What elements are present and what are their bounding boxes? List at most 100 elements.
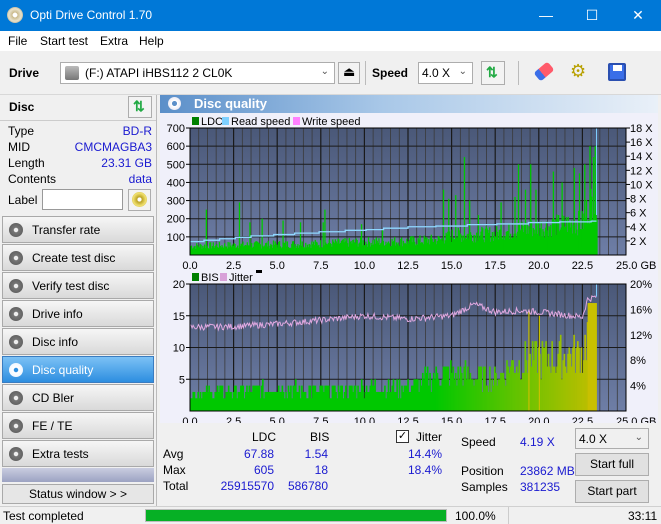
y-tick-label: 15 (173, 311, 185, 323)
disc-label-input[interactable] (42, 189, 123, 210)
y-tick-label: 20 (173, 279, 185, 291)
menu-help[interactable]: Help (139, 34, 164, 48)
disc-refresh-button[interactable]: ⇅ (128, 96, 152, 118)
refresh-button[interactable]: ⇅ (481, 61, 505, 85)
nav-fe-te[interactable]: FE / TE (2, 412, 154, 439)
ldc-spike (322, 222, 324, 255)
nav-label: Transfer rate (32, 223, 101, 237)
disc-mid-value: CMCMAGBA3 (74, 140, 152, 154)
settings-button[interactable]: ⚙ (568, 61, 592, 85)
chevron-down-icon: ⌄ (320, 66, 329, 77)
x-tick-label: 7.5 (313, 416, 328, 423)
y-tick-label: 10 (173, 343, 185, 355)
ldc-spike (477, 215, 480, 255)
x-tick-label: 5.0 (270, 416, 285, 423)
status-window-button[interactable]: Status window > > (2, 484, 154, 504)
x-tick-label: 5.0 (270, 260, 285, 272)
y2-tick-label: 2 X (630, 236, 647, 248)
save-button[interactable] (605, 61, 629, 85)
samples-value: 381235 (520, 480, 561, 494)
speed-label: Speed (372, 66, 409, 80)
nav-extra-tests[interactable]: Extra tests (2, 440, 154, 467)
stats-avg-ldc: 67.88 (243, 447, 274, 461)
stats-total-bis: 586780 (287, 479, 328, 493)
nav-transfer-rate[interactable]: Transfer rate (2, 216, 154, 243)
ldc-spike (282, 220, 284, 255)
disc-icon (9, 307, 23, 321)
disc-length-label: Length (8, 156, 45, 170)
nav-label: Create test disc (32, 251, 116, 265)
nav-drive-info[interactable]: Drive info (2, 300, 154, 327)
jitter-checkbox[interactable]: ✓ (396, 430, 409, 443)
menu-bar: File Start test Extra Help (0, 31, 661, 51)
nav-disc-quality[interactable]: Disc quality (2, 356, 154, 383)
nav-create-test-disc[interactable]: Create test disc (2, 244, 154, 271)
ldc-spike (381, 229, 384, 255)
minimize-button[interactable]: — (523, 0, 569, 31)
y2-tick-label: 14 X (630, 151, 653, 163)
ldc-spike (469, 200, 471, 255)
title-bar: Opti Drive Control 1.70 — ☐ ✕ (0, 0, 661, 31)
disc-icon (9, 363, 23, 377)
x-tick-label: 0.0 (182, 260, 197, 272)
speed-select[interactable]: 4.0 X ⌄ (418, 62, 473, 84)
nav-disc-info[interactable]: Disc info (2, 328, 154, 355)
stats-avg-bis: 1.54 (304, 447, 328, 461)
ldc-spike (552, 171, 555, 255)
disc-label-label: Label (8, 193, 38, 207)
speed-stat-value: 4.19 X (520, 435, 555, 449)
stats-total-label: Total (163, 479, 189, 493)
start-part-button[interactable]: Start part (575, 480, 649, 503)
bis-bar (587, 303, 597, 411)
y-tick-label: 100 (167, 232, 185, 244)
ldc-spike (561, 182, 563, 255)
x-tick-label: 12.5 (397, 416, 418, 423)
disc-icon (9, 251, 23, 265)
legend-read-speed: Read speed (231, 116, 290, 128)
menu-extra[interactable]: Extra (100, 34, 128, 48)
toolbar-divider (518, 61, 519, 85)
x-tick-label: 12.5 (397, 260, 418, 272)
test-speed-select[interactable]: 4.0 X ⌄ (575, 428, 649, 449)
gears-icon: ⚙ (570, 61, 587, 81)
menu-start-test[interactable]: Start test (40, 34, 88, 48)
legend-ldc-swatch (192, 117, 199, 125)
nav-label: FE / TE (32, 419, 73, 433)
panel-header: Disc quality (160, 95, 658, 113)
legend-write-speed-swatch (293, 117, 300, 125)
erase-button[interactable] (532, 61, 556, 85)
ldc-spike (299, 222, 302, 255)
stats-total-ldc: 25915570 (220, 479, 274, 493)
refresh-arrows-icon: ⇅ (133, 98, 145, 114)
status-text: Test completed (3, 509, 84, 523)
start-full-button[interactable]: Start full (575, 453, 649, 476)
nav-verify-test-disc[interactable]: Verify test disc (2, 272, 154, 299)
main-panel: Disc quality LDC Read speed Write speed … (157, 95, 661, 506)
x-tick-label: 0.0 (182, 416, 197, 423)
bis-spike (528, 309, 530, 411)
x-tick-label: 25.0 GB (616, 416, 656, 423)
stats-max-ldc: 605 (253, 463, 274, 477)
drive-select[interactable]: (F:) ATAPI iHBS112 2 CL0K ⌄ (60, 62, 335, 84)
maximize-button[interactable]: ☐ (569, 0, 615, 31)
resize-grip-icon[interactable]: ∴ (648, 510, 654, 521)
test-speed-value: 4.0 X (579, 432, 608, 446)
ldc-spike (238, 202, 241, 255)
legend-read-speed-swatch (222, 117, 229, 125)
chevron-down-icon: ⌄ (634, 432, 643, 443)
y2-tick-label: 8 X (630, 194, 647, 206)
position-label: Position (461, 464, 504, 478)
ldc-spike (249, 222, 251, 255)
charts-svg: LDC Read speed Write speed 100 200 300 400 5… (167, 116, 657, 428)
disc-label-apply-button[interactable] (128, 189, 151, 211)
close-button[interactable]: ✕ (615, 0, 661, 31)
eject-button[interactable]: ⏏ (338, 62, 360, 84)
x-tick-label: 2.5 (226, 416, 241, 423)
ldc-spike (500, 202, 502, 255)
menu-file[interactable]: File (8, 34, 27, 48)
nav-cd-bler[interactable]: CD Bler (2, 384, 154, 411)
ldc-spike (463, 157, 466, 255)
legend-marker (256, 270, 262, 273)
jitter-checkbox-label: Jitter (416, 430, 443, 444)
disc-mid-label: MID (8, 140, 30, 154)
